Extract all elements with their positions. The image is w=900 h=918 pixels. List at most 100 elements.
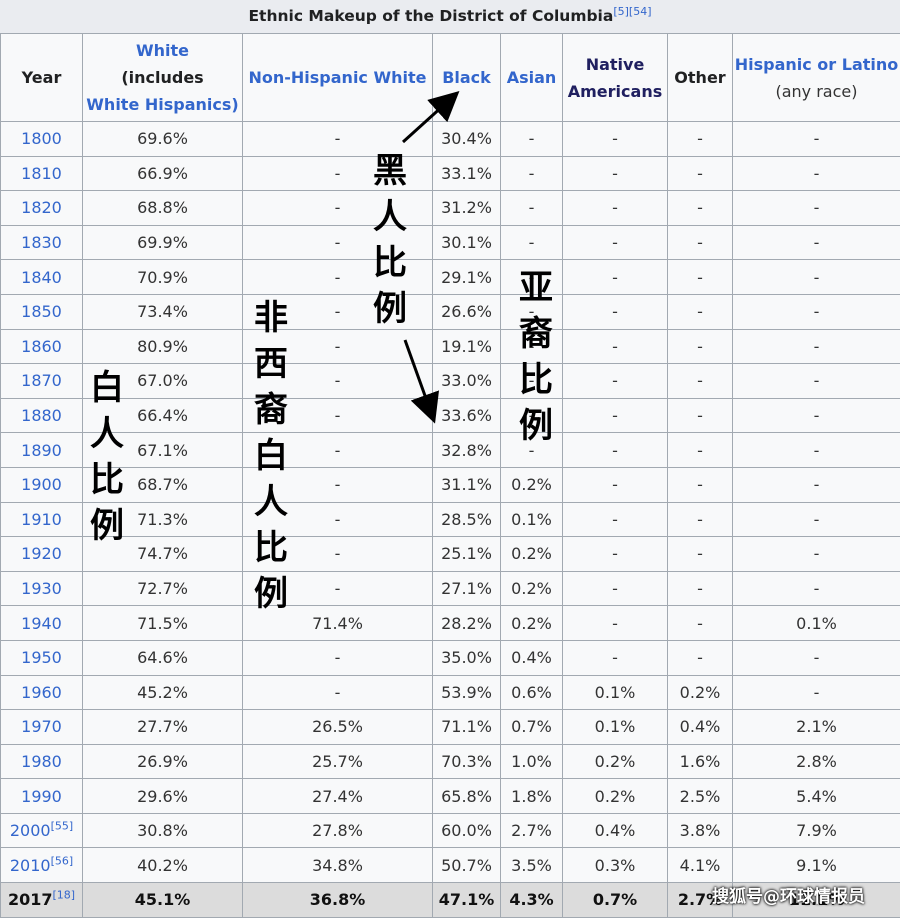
- year-link[interactable]: 1890: [21, 441, 62, 460]
- cell-other: -: [668, 537, 733, 572]
- header-nhw-link[interactable]: Non-Hispanic White: [248, 68, 426, 87]
- cell-asian: 1.0%: [501, 744, 563, 779]
- cell-year[interactable]: 1870: [1, 364, 83, 399]
- header-native-link-2[interactable]: Americans: [568, 82, 662, 101]
- year-link[interactable]: 1880: [21, 406, 62, 425]
- cell-year[interactable]: 1800: [1, 122, 83, 157]
- year-link[interactable]: 2000: [10, 821, 51, 840]
- year-link[interactable]: 1970: [21, 717, 62, 736]
- header-black[interactable]: Black: [433, 34, 501, 122]
- header-other: Other: [668, 34, 733, 122]
- cell-black: 53.9%: [433, 675, 501, 710]
- year-link[interactable]: 1860: [21, 337, 62, 356]
- cell-native-americans: -: [563, 640, 668, 675]
- cell-other: -: [668, 364, 733, 399]
- year-link[interactable]: 2010: [10, 856, 51, 875]
- year-link[interactable]: 1910: [21, 510, 62, 529]
- cell-asian: 0.7%: [501, 710, 563, 745]
- year-link[interactable]: 1810: [21, 164, 62, 183]
- cell-asian: 0.2%: [501, 467, 563, 502]
- year-link[interactable]: 1930: [21, 579, 62, 598]
- cell-white: 30.8%: [83, 813, 243, 848]
- cell-year[interactable]: 1810: [1, 156, 83, 191]
- cell-non-hispanic-white: -: [243, 675, 433, 710]
- cell-other: -: [668, 294, 733, 329]
- cell-year[interactable]: 1970: [1, 710, 83, 745]
- cell-year[interactable]: 1910: [1, 502, 83, 537]
- header-asian[interactable]: Asian: [501, 34, 563, 122]
- cell-asian: 0.1%: [501, 502, 563, 537]
- cell-year[interactable]: 1860: [1, 329, 83, 364]
- cell-year[interactable]: 1920: [1, 537, 83, 572]
- cell-year[interactable]: 1980: [1, 744, 83, 779]
- year-link[interactable]: 1840: [21, 268, 62, 287]
- cell-black: 33.1%: [433, 156, 501, 191]
- reference-link[interactable]: [56]: [51, 854, 74, 867]
- cell-black: 33.6%: [433, 398, 501, 433]
- year-link[interactable]: 1830: [21, 233, 62, 252]
- header-native-americans[interactable]: Native Americans: [563, 34, 668, 122]
- cell-non-hispanic-white: -: [243, 329, 433, 364]
- cell-year[interactable]: 1840: [1, 260, 83, 295]
- cell-other: -: [668, 156, 733, 191]
- cell-year[interactable]: 1880: [1, 398, 83, 433]
- year-link[interactable]: 1850: [21, 302, 62, 321]
- year-link[interactable]: 1940: [21, 614, 62, 633]
- cell-asian: -: [501, 364, 563, 399]
- year-link[interactable]: 1800: [21, 129, 62, 148]
- cell-year[interactable]: 1830: [1, 225, 83, 260]
- header-hispanic[interactable]: Hispanic or Latino (any race): [733, 34, 900, 122]
- year-link[interactable]: 1950: [21, 648, 62, 667]
- cell-black: 30.1%: [433, 225, 501, 260]
- table-row: 184070.9%-29.1%----: [1, 260, 900, 295]
- year-link[interactable]: 1820: [21, 198, 62, 217]
- cell-year[interactable]: 2010[56]: [1, 848, 83, 883]
- cell-year[interactable]: 1930: [1, 571, 83, 606]
- cell-year[interactable]: 2000[55]: [1, 813, 83, 848]
- year-link[interactable]: 1870: [21, 371, 62, 390]
- cell-other: 2.5%: [668, 779, 733, 814]
- cell-white: 67.1%: [83, 433, 243, 468]
- cell-year[interactable]: 1960: [1, 675, 83, 710]
- year-link[interactable]: 1990: [21, 787, 62, 806]
- cell-asian: -: [501, 225, 563, 260]
- header-white-hispanics-link[interactable]: White Hispanics): [86, 95, 238, 114]
- header-white[interactable]: White (includes White Hispanics): [83, 34, 243, 122]
- header-hispanic-link[interactable]: Hispanic or Latino: [735, 55, 899, 74]
- cell-year[interactable]: 1950: [1, 640, 83, 675]
- cell-year[interactable]: 1990: [1, 779, 83, 814]
- reference-link[interactable]: [18]: [52, 889, 75, 902]
- cell-non-hispanic-white: 26.5%: [243, 710, 433, 745]
- cell-asian: 0.2%: [501, 571, 563, 606]
- cell-year[interactable]: 1850: [1, 294, 83, 329]
- cell-non-hispanic-white: 25.7%: [243, 744, 433, 779]
- header-year: Year: [1, 34, 83, 122]
- cell-native-americans: -: [563, 156, 668, 191]
- cell-black: 65.8%: [433, 779, 501, 814]
- cell-year[interactable]: 1820: [1, 191, 83, 226]
- cell-other: 0.2%: [668, 675, 733, 710]
- cell-asian: -: [501, 122, 563, 157]
- table-row: 188066.4%-33.6%----: [1, 398, 900, 433]
- cell-year[interactable]: 1890: [1, 433, 83, 468]
- year-link[interactable]: 1920: [21, 544, 62, 563]
- year-link[interactable]: 1980: [21, 752, 62, 771]
- year-link[interactable]: 1960: [21, 683, 62, 702]
- cell-hispanic: -: [733, 156, 900, 191]
- cell-year[interactable]: 1900: [1, 467, 83, 502]
- cell-other: -: [668, 467, 733, 502]
- header-non-hispanic-white[interactable]: Non-Hispanic White: [243, 34, 433, 122]
- header-black-link[interactable]: Black: [442, 68, 491, 87]
- cell-year[interactable]: 1940: [1, 606, 83, 641]
- cell-asian: -: [501, 433, 563, 468]
- cell-non-hispanic-white: -: [243, 398, 433, 433]
- cell-non-hispanic-white: -: [243, 294, 433, 329]
- caption-refs[interactable]: [5][54]: [613, 5, 651, 18]
- header-white-link[interactable]: White: [136, 41, 189, 60]
- header-native-link-1[interactable]: Native: [586, 55, 645, 74]
- reference-link[interactable]: [55]: [51, 820, 74, 833]
- cell-non-hispanic-white: -: [243, 433, 433, 468]
- year-link[interactable]: 1900: [21, 475, 62, 494]
- cell-other: -: [668, 225, 733, 260]
- header-asian-link[interactable]: Asian: [507, 68, 557, 87]
